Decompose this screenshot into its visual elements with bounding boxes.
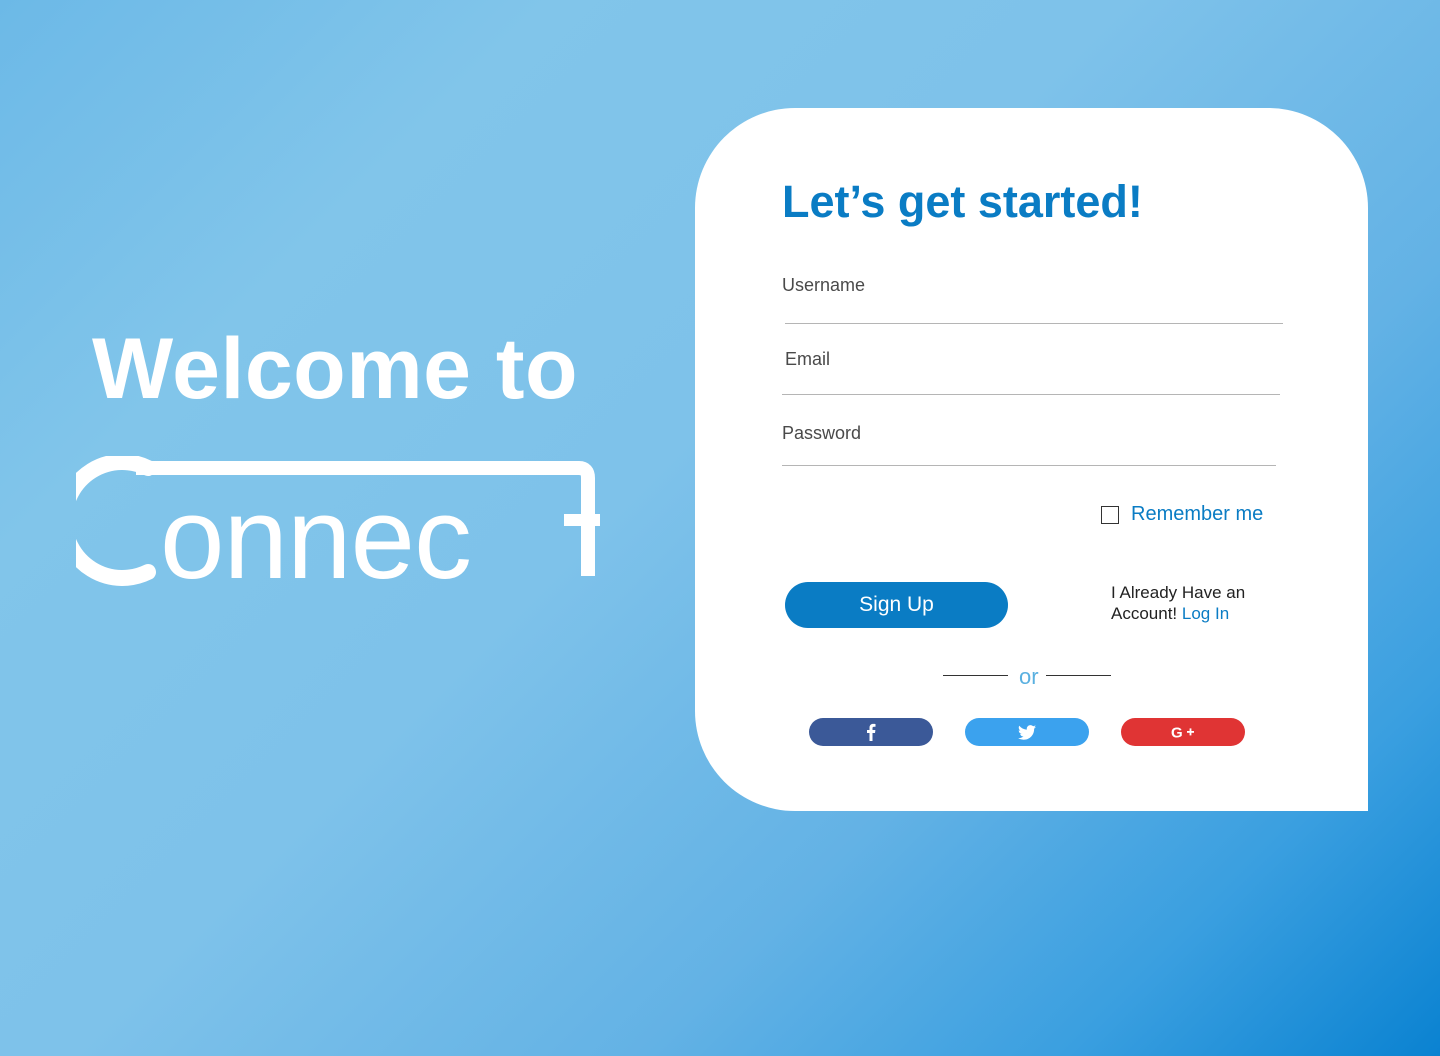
or-line-left	[943, 675, 1008, 676]
or-text: or	[1019, 664, 1039, 689]
google-plus-icon: G	[1171, 725, 1195, 739]
facebook-icon	[866, 723, 876, 741]
svg-text:G: G	[1171, 725, 1183, 739]
sign-up-button[interactable]: Sign Up	[785, 582, 1008, 628]
remember-me-label: Remember me	[1131, 503, 1264, 525]
sign-up-button-label: Sign Up	[859, 593, 934, 616]
username-underline	[785, 323, 1283, 324]
email-underline	[782, 394, 1280, 395]
signup-card: Let’s get started! Username Email Passwo…	[695, 108, 1368, 811]
google-plus-button[interactable]: G	[1121, 718, 1245, 746]
facebook-button[interactable]	[809, 718, 933, 746]
twitter-button[interactable]	[965, 718, 1089, 746]
password-label: Password	[782, 423, 862, 443]
remember-me-checkbox[interactable]	[1101, 505, 1119, 524]
svg-text:onnec: onnec	[160, 473, 471, 586]
password-underline	[782, 465, 1276, 466]
connect-logo: onnec	[76, 456, 606, 586]
username-label: Username	[782, 275, 866, 295]
log-in-link[interactable]: Log In	[1182, 604, 1229, 623]
remember-me[interactable]: Remember me	[1101, 503, 1263, 526]
or-divider: or	[943, 662, 1111, 690]
already-account: I Already Have an Account! Log In	[1111, 582, 1281, 624]
twitter-icon	[1018, 724, 1036, 740]
email-label: Email	[785, 349, 831, 369]
card-title: Let’s get started!	[782, 176, 1143, 227]
or-line-right	[1046, 675, 1111, 676]
welcome-heading: Welcome to	[92, 321, 579, 417]
